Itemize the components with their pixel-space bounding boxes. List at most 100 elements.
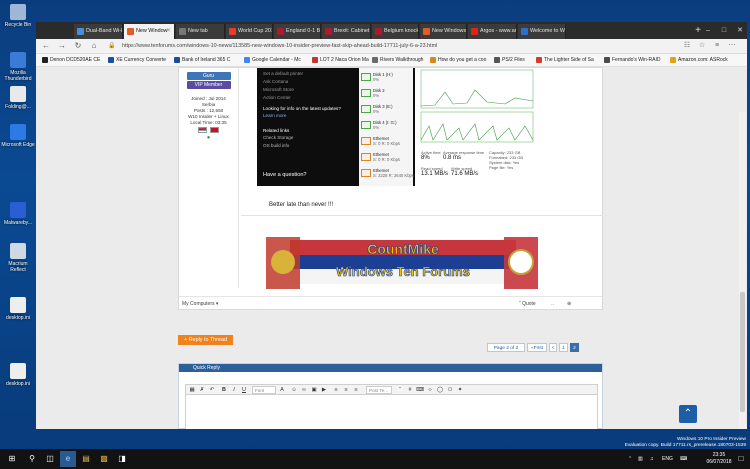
network-icon[interactable]: ▥	[638, 449, 643, 469]
desktop-icon[interactable]: Microsoft Edge	[0, 124, 36, 148]
page-scrollbar[interactable]	[739, 112, 746, 429]
bold-button[interactable]: B	[220, 386, 228, 394]
address-bar[interactable]: https://www.tenforums.com/windows-10-new…	[122, 41, 677, 52]
favorite-link[interactable]: Denon DCD520AE CE	[42, 54, 100, 67]
favorite-link[interactable]: Google Calendar - Mc	[244, 54, 301, 67]
browser-tab[interactable]: Dual-Band Wi-Fi	[74, 24, 123, 39]
keyboard-icon[interactable]: ⌨	[680, 449, 687, 469]
refresh-icon[interactable]: ↻	[72, 40, 84, 52]
hashtag-icon[interactable]: #	[406, 386, 414, 394]
task-view-icon[interactable]: ◫	[42, 451, 58, 467]
hub-icon[interactable]: ≡	[711, 40, 723, 52]
embedded-screenshot[interactable]: Set a default printer Ask Cortana Microsof…	[257, 68, 539, 186]
quick-reply-textarea[interactable]	[185, 395, 598, 429]
banner-subtitle: Windows Ten Forums	[336, 264, 470, 279]
page-1-button[interactable]: 1	[559, 343, 568, 352]
page-of-label[interactable]: Page 2 of 2	[487, 343, 525, 352]
twitter-icon[interactable]: ✦	[456, 386, 464, 394]
file-explorer-icon[interactable]: ▤	[78, 451, 94, 467]
language-indicator[interactable]: ENG	[662, 449, 673, 469]
post-text: Better late than never !!!	[269, 202, 334, 208]
browser-tab[interactable]: New Windows 1	[420, 24, 467, 39]
favorite-link[interactable]: Bank of Ireland 365 C	[174, 54, 230, 67]
home-icon[interactable]: ⌂	[88, 40, 100, 52]
font-select[interactable]: Font	[252, 386, 276, 394]
multi-quote-icon[interactable]: ‥	[551, 301, 554, 307]
maximize-button[interactable]: □	[716, 22, 732, 39]
search-icon[interactable]: ⚲	[24, 451, 40, 467]
favorite-link[interactable]: Amazon.com: ASRock	[670, 54, 728, 67]
scrollbar-thumb[interactable]	[740, 292, 745, 412]
desktop-icon[interactable]: desktop.ini	[0, 363, 36, 387]
reading-view-icon[interactable]: ☷	[681, 40, 693, 52]
edge-taskbar-icon[interactable]: e	[60, 451, 76, 467]
toggle-editor-icon[interactable]: ▦	[188, 386, 196, 394]
close-tab-icon[interactable]: ✕	[166, 24, 171, 39]
php-icon[interactable]: ◯	[436, 386, 444, 394]
folder-icon[interactable]: ▩	[96, 451, 112, 467]
start-button-icon[interactable]: ⊞	[4, 451, 20, 467]
align-center-icon[interactable]: ≡	[342, 386, 350, 394]
first-page-button[interactable]: «First	[527, 343, 547, 352]
favorite-link[interactable]: PS/2 Files	[494, 54, 525, 67]
reply-to-thread-button[interactable]: + Reply to Thread	[178, 335, 233, 345]
favorite-link[interactable]: LOT 2 Naca Orion Ma	[312, 54, 369, 67]
spoiler-icon[interactable]: ⚇	[446, 386, 454, 394]
browser-tab[interactable]: Welcome to Win	[518, 24, 566, 39]
favorite-link[interactable]: How do you get a coo	[430, 54, 486, 67]
undo-icon[interactable]: ↶	[208, 386, 216, 394]
image-icon[interactable]: ▣	[310, 386, 318, 394]
post-template-select[interactable]: Post Te...	[366, 386, 392, 394]
speaker-icon[interactable]: ♫	[650, 449, 654, 469]
favorite-link[interactable]: Rivers Walkthrough	[372, 54, 423, 67]
more-icon[interactable]: ⋯	[726, 40, 738, 52]
browser-tab[interactable]: Brexit: Cabinet a	[322, 24, 371, 39]
quote-button[interactable]: “ Quote	[519, 301, 536, 307]
desktop-icon[interactable]: Folding@...	[0, 86, 36, 110]
prev-page-button[interactable]: <	[549, 343, 557, 352]
browser-tab[interactable]: Belgium knock o	[372, 24, 419, 39]
browser-tab[interactable]: England 0-1 Belg	[274, 24, 321, 39]
tray-chevron-icon[interactable]: ⌃	[628, 449, 632, 469]
code-icon[interactable]: ⌨	[416, 386, 424, 394]
desktop-icon[interactable]: Recycle Bin	[0, 4, 36, 28]
browser-tab[interactable]: World Cup 2018	[226, 24, 273, 39]
underline-button[interactable]: U	[240, 386, 248, 394]
signature-banner[interactable]: CountMike Windows Ten Forums	[266, 232, 538, 294]
video-icon[interactable]: ▶	[320, 386, 328, 394]
smiley-icon[interactable]: ☺	[290, 386, 298, 394]
browser-tab[interactable]: Argos - www.arg	[468, 24, 517, 39]
action-center-icon[interactable]: □	[734, 451, 748, 467]
browser-tab[interactable]: New tab	[176, 24, 225, 39]
scroll-to-top-button[interactable]: ⌃	[679, 405, 697, 423]
mq-plus-icon[interactable]: ⊕	[567, 301, 571, 307]
clock[interactable]: 23:35 06/07/2018	[700, 452, 738, 466]
store-icon[interactable]: ◨	[114, 451, 130, 467]
html-icon[interactable]: ‹›	[426, 386, 434, 394]
desktop-icon-label: Microsoft Edge	[1, 142, 35, 148]
align-right-icon[interactable]: ≡	[352, 386, 360, 394]
italic-button[interactable]: I	[230, 386, 238, 394]
quick-reply-header[interactable]: Quick Reply	[179, 364, 602, 372]
page-2-button[interactable]: 2	[570, 343, 579, 352]
browser-tab[interactable]: New Window ✕	[124, 24, 175, 39]
favorite-star-icon[interactable]: ☆	[696, 40, 708, 52]
text-color-icon[interactable]: A	[278, 386, 286, 394]
desktop-icon[interactable]: Macrium Reflect	[0, 243, 36, 273]
link-icon[interactable]: ∞	[300, 386, 308, 394]
align-left-icon[interactable]: ≡	[332, 386, 340, 394]
minimize-button[interactable]: –	[700, 22, 716, 39]
question-heading: Have a question?	[263, 172, 307, 178]
my-computers-link[interactable]: My Computers ▾	[182, 301, 218, 307]
quote-icon[interactable]: “	[396, 386, 404, 394]
desktop-icon[interactable]: Mozilla Thunderbird	[0, 52, 36, 82]
favorite-link[interactable]: XE Currency Converte	[108, 54, 166, 67]
desktop-icon[interactable]: desktop.ini	[0, 297, 36, 321]
favorite-link[interactable]: Fernando's Win-RAID	[604, 54, 660, 67]
desktop-icon[interactable]: Malwareby...	[0, 202, 36, 226]
close-window-button[interactable]: ✕	[732, 22, 747, 39]
forward-icon[interactable]: →	[56, 40, 68, 52]
remove-format-icon[interactable]: ✗	[198, 386, 206, 394]
favorite-link[interactable]: The Lighter Side of Sa	[536, 54, 594, 67]
back-icon[interactable]: ←	[40, 40, 52, 52]
